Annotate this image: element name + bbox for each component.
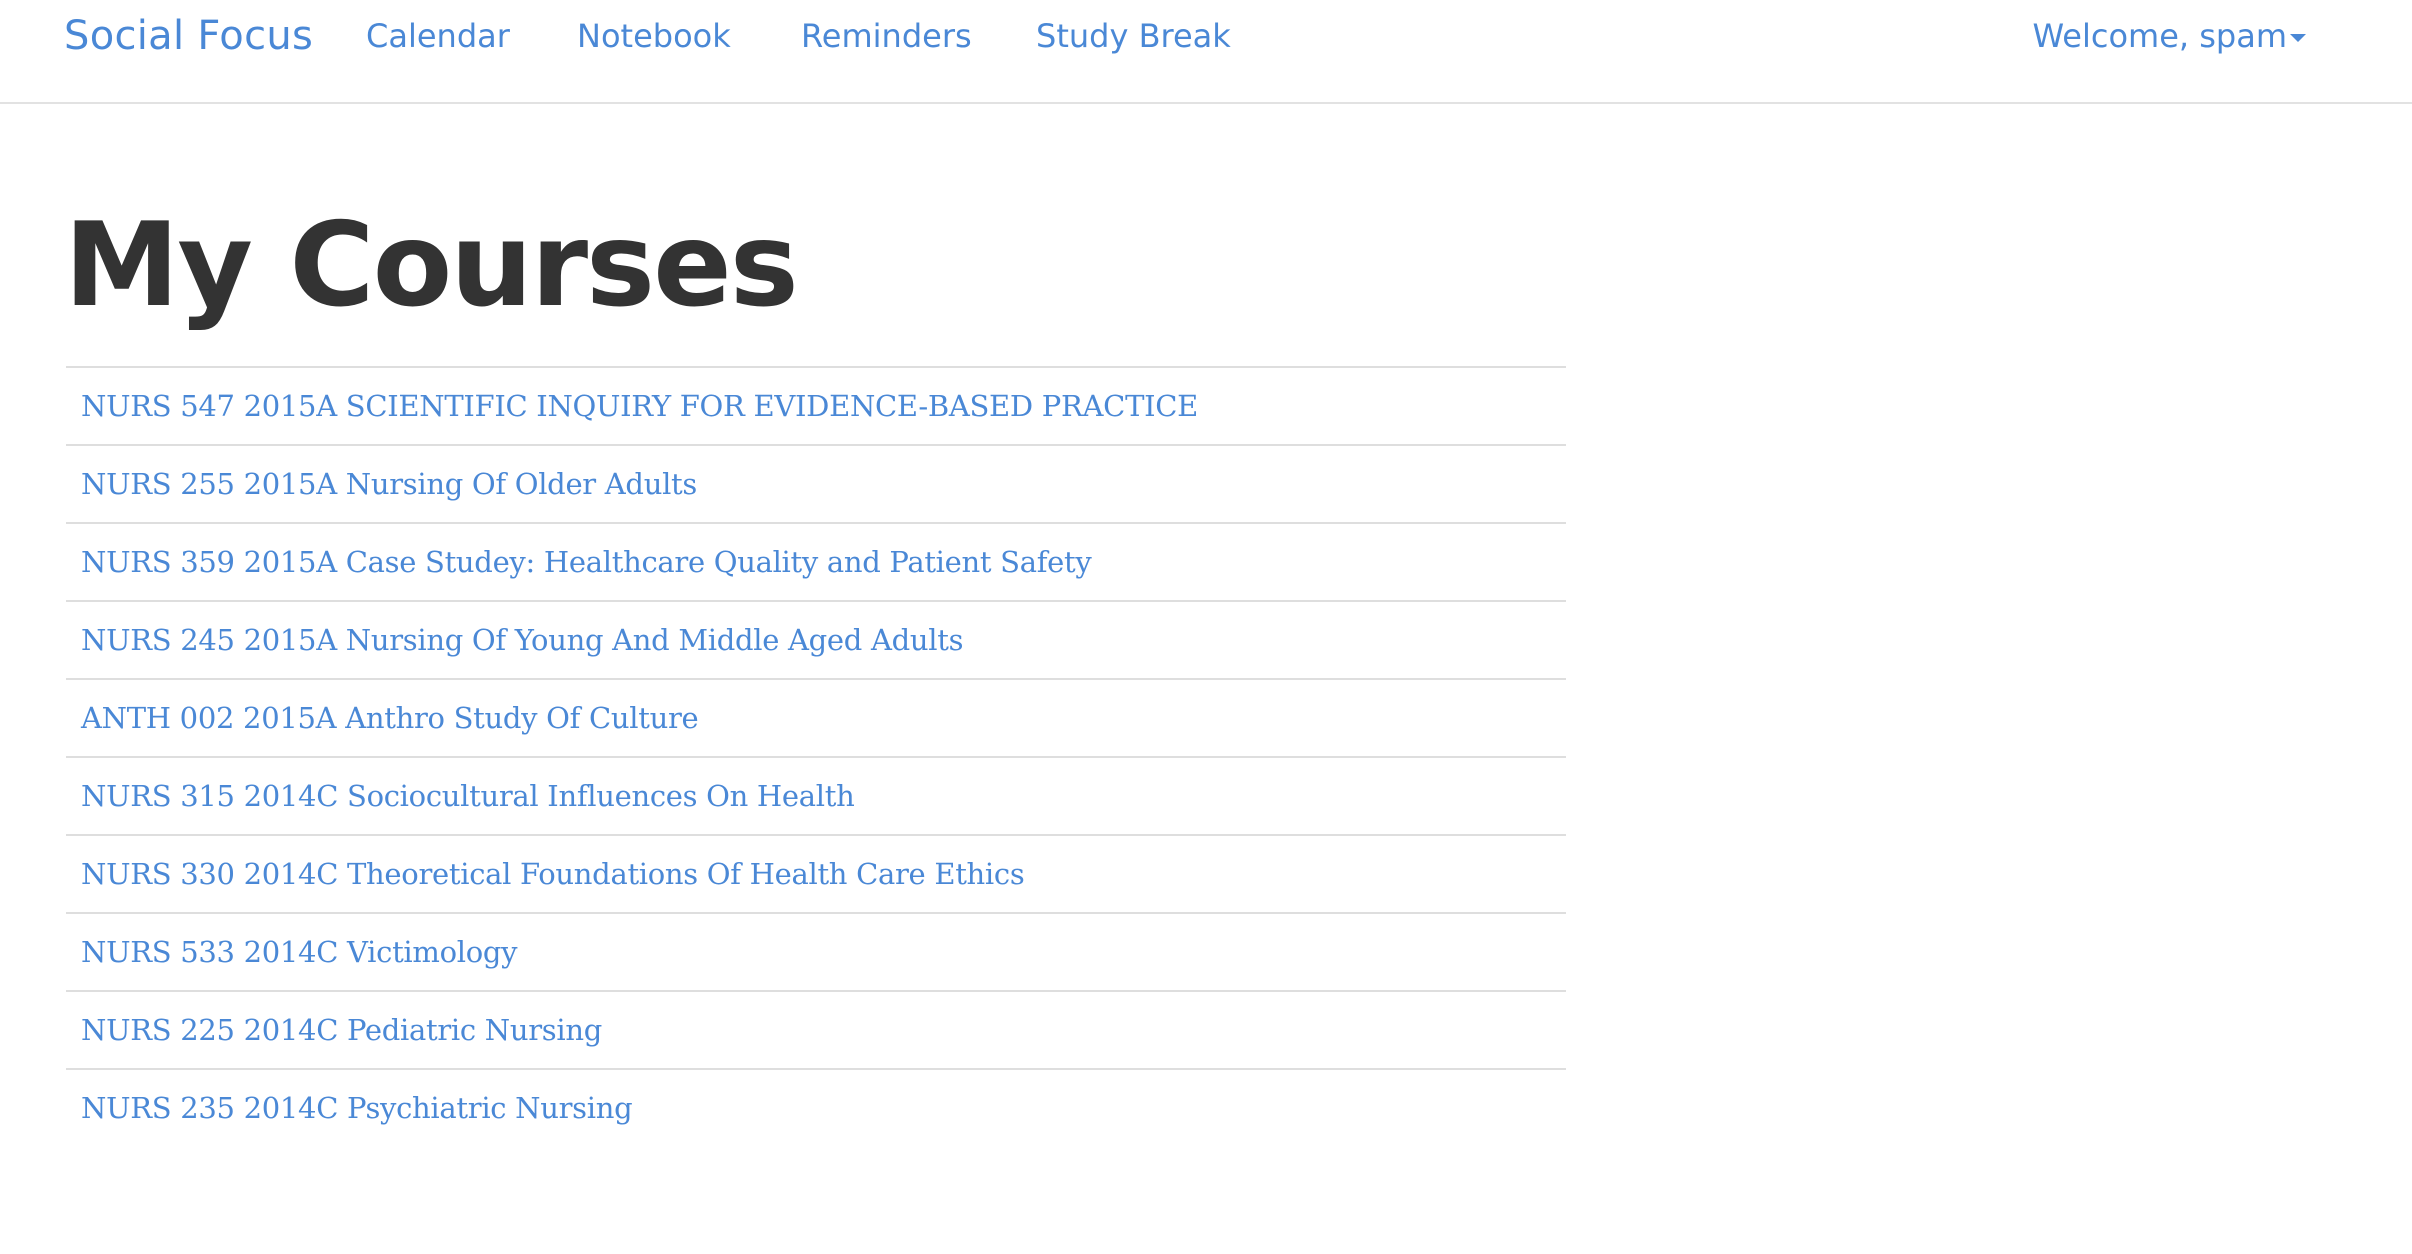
caret-down-icon [2290,34,2306,42]
course-link[interactable]: NURS 359 2015A Case Studey: Healthcare Q… [81,545,1092,579]
course-list-item: NURS 255 2015A Nursing Of Older Adults [66,444,1566,522]
course-list-item: NURS 225 2014C Pediatric Nursing [66,990,1566,1068]
nav-reminders-link[interactable]: Reminders [801,14,972,58]
brand-link[interactable]: Social Focus [64,10,313,62]
course-list-item: NURS 315 2014C Sociocultural Influences … [66,756,1566,834]
course-link[interactable]: NURS 315 2014C Sociocultural Influences … [81,779,855,813]
course-list-item: NURS 533 2014C Victimology [66,912,1566,990]
course-link[interactable]: NURS 255 2015A Nursing Of Older Adults [81,467,697,501]
nav-notebook-link[interactable]: Notebook [577,14,731,58]
course-list-item: NURS 359 2015A Case Studey: Healthcare Q… [66,522,1566,600]
nav-study-break-link[interactable]: Study Break [1036,14,1231,58]
course-list-item: ANTH 002 2015A Anthro Study Of Culture [66,678,1566,756]
course-list-item: NURS 330 2014C Theoretical Foundations O… [66,834,1566,912]
course-list-item: NURS 547 2015A SCIENTIFIC INQUIRY FOR EV… [66,366,1566,444]
course-link[interactable]: NURS 245 2015A Nursing Of Young And Midd… [81,623,963,657]
course-list: NURS 547 2015A SCIENTIFIC INQUIRY FOR EV… [66,366,1566,1146]
course-link[interactable]: NURS 533 2014C Victimology [81,935,518,969]
course-list-item: NURS 245 2015A Nursing Of Young And Midd… [66,600,1566,678]
top-navbar: Social Focus Calendar Notebook Reminders… [0,0,2412,104]
nav-calendar-link[interactable]: Calendar [366,14,510,58]
course-link[interactable]: NURS 235 2014C Psychiatric Nursing [81,1091,633,1125]
user-menu-label: Welcome, spam [2032,17,2287,55]
course-link[interactable]: ANTH 002 2015A Anthro Study Of Culture [81,701,699,735]
course-link[interactable]: NURS 330 2014C Theoretical Foundations O… [81,857,1025,891]
course-link[interactable]: NURS 225 2014C Pediatric Nursing [81,1013,602,1047]
course-link[interactable]: NURS 547 2015A SCIENTIFIC INQUIRY FOR EV… [81,389,1198,423]
page-title: My Courses [64,198,799,333]
user-menu-dropdown[interactable]: Welcome, spam [2033,14,2306,58]
course-list-item: NURS 235 2014C Psychiatric Nursing [66,1068,1566,1146]
